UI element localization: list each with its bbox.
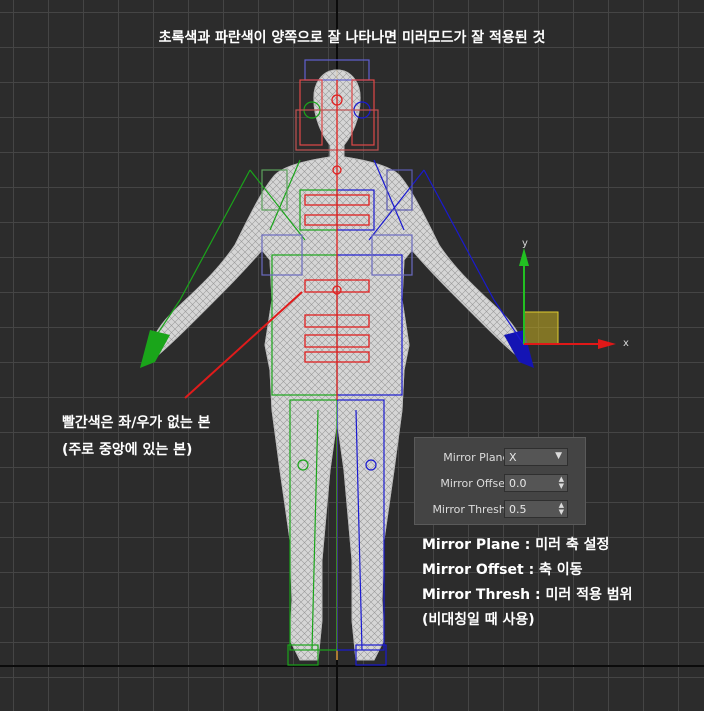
gizmo-xy-plane[interactable] (523, 311, 559, 345)
mirror-plane-row: Mirror Plane: X ▼ (415, 448, 587, 468)
legend-offset-term: Mirror Offset (422, 562, 524, 578)
legend-thresh-term: Mirror Thresh (422, 587, 531, 603)
mirror-thresh-row: Mirror Thresh.: 0.5 ▲ ▼ (415, 500, 587, 520)
top-caption: 초록색과 파란색이 양쪽으로 잘 나타나면 미러모드가 잘 적용된 것 (158, 30, 546, 46)
mirror-plane-label: Mirror Plane: (443, 451, 513, 464)
mirror-thresh-value: 0.5 (509, 503, 527, 516)
legend-plane: Mirror Plane : 미러 축 설정 (422, 533, 633, 558)
spinner-arrows-icon[interactable]: ▲ ▼ (559, 502, 564, 516)
spinner-arrows-icon[interactable]: ▲ ▼ (559, 476, 564, 490)
center-bone-note-line1: 빨간색은 좌/우가 없는 본 (62, 415, 211, 431)
mirror-plane-dropdown[interactable]: X ▼ (504, 448, 568, 466)
mirror-legend: Mirror Plane : 미러 축 설정 Mirror Offset : 축… (422, 533, 633, 633)
chevron-down-icon: ▼ (555, 451, 562, 461)
mirror-offset-spinner[interactable]: 0.0 ▲ ▼ (504, 474, 568, 492)
center-bone-note-line2: (주로 중앙에 있는 본) (62, 442, 193, 458)
legend-thresh-note: (비대칭일 때 사용) (422, 612, 535, 628)
mirror-offset-value: 0.0 (509, 477, 527, 490)
legend-plane-desc: : 미러 축 설정 (519, 537, 610, 553)
legend-offset: Mirror Offset : 축 이동 (422, 558, 633, 583)
legend-plane-term: Mirror Plane (422, 537, 520, 553)
legend-offset-desc: : 축 이동 (523, 562, 583, 578)
mirror-thresh-spinner[interactable]: 0.5 ▲ ▼ (504, 500, 568, 518)
viewport[interactable]: y x 초록색과 파란색이 양쪽으로 잘 나타나면 미러모드가 잘 적용된 것 … (0, 0, 704, 711)
gizmo-y-label: y (522, 238, 528, 249)
center-bone-note: 빨간색은 좌/우가 없는 본 (주로 중앙에 있는 본) (62, 410, 211, 464)
legend-thresh: Mirror Thresh : 미러 적용 범위 (422, 583, 633, 608)
gizmo-x-label: x (623, 338, 629, 349)
mirror-offset-row: Mirror Offset: 0.0 ▲ ▼ (415, 474, 587, 494)
mirror-settings-panel: Mirror Plane: X ▼ Mirror Offset: 0.0 ▲ ▼ … (414, 437, 586, 525)
mirror-offset-label: Mirror Offset: (440, 477, 513, 490)
legend-thresh-desc: : 미러 적용 범위 (530, 587, 633, 603)
transform-gizmo[interactable]: y x (519, 238, 629, 349)
mirror-plane-value: X (509, 451, 517, 464)
mirror-thresh-label: Mirror Thresh.: (432, 503, 513, 516)
